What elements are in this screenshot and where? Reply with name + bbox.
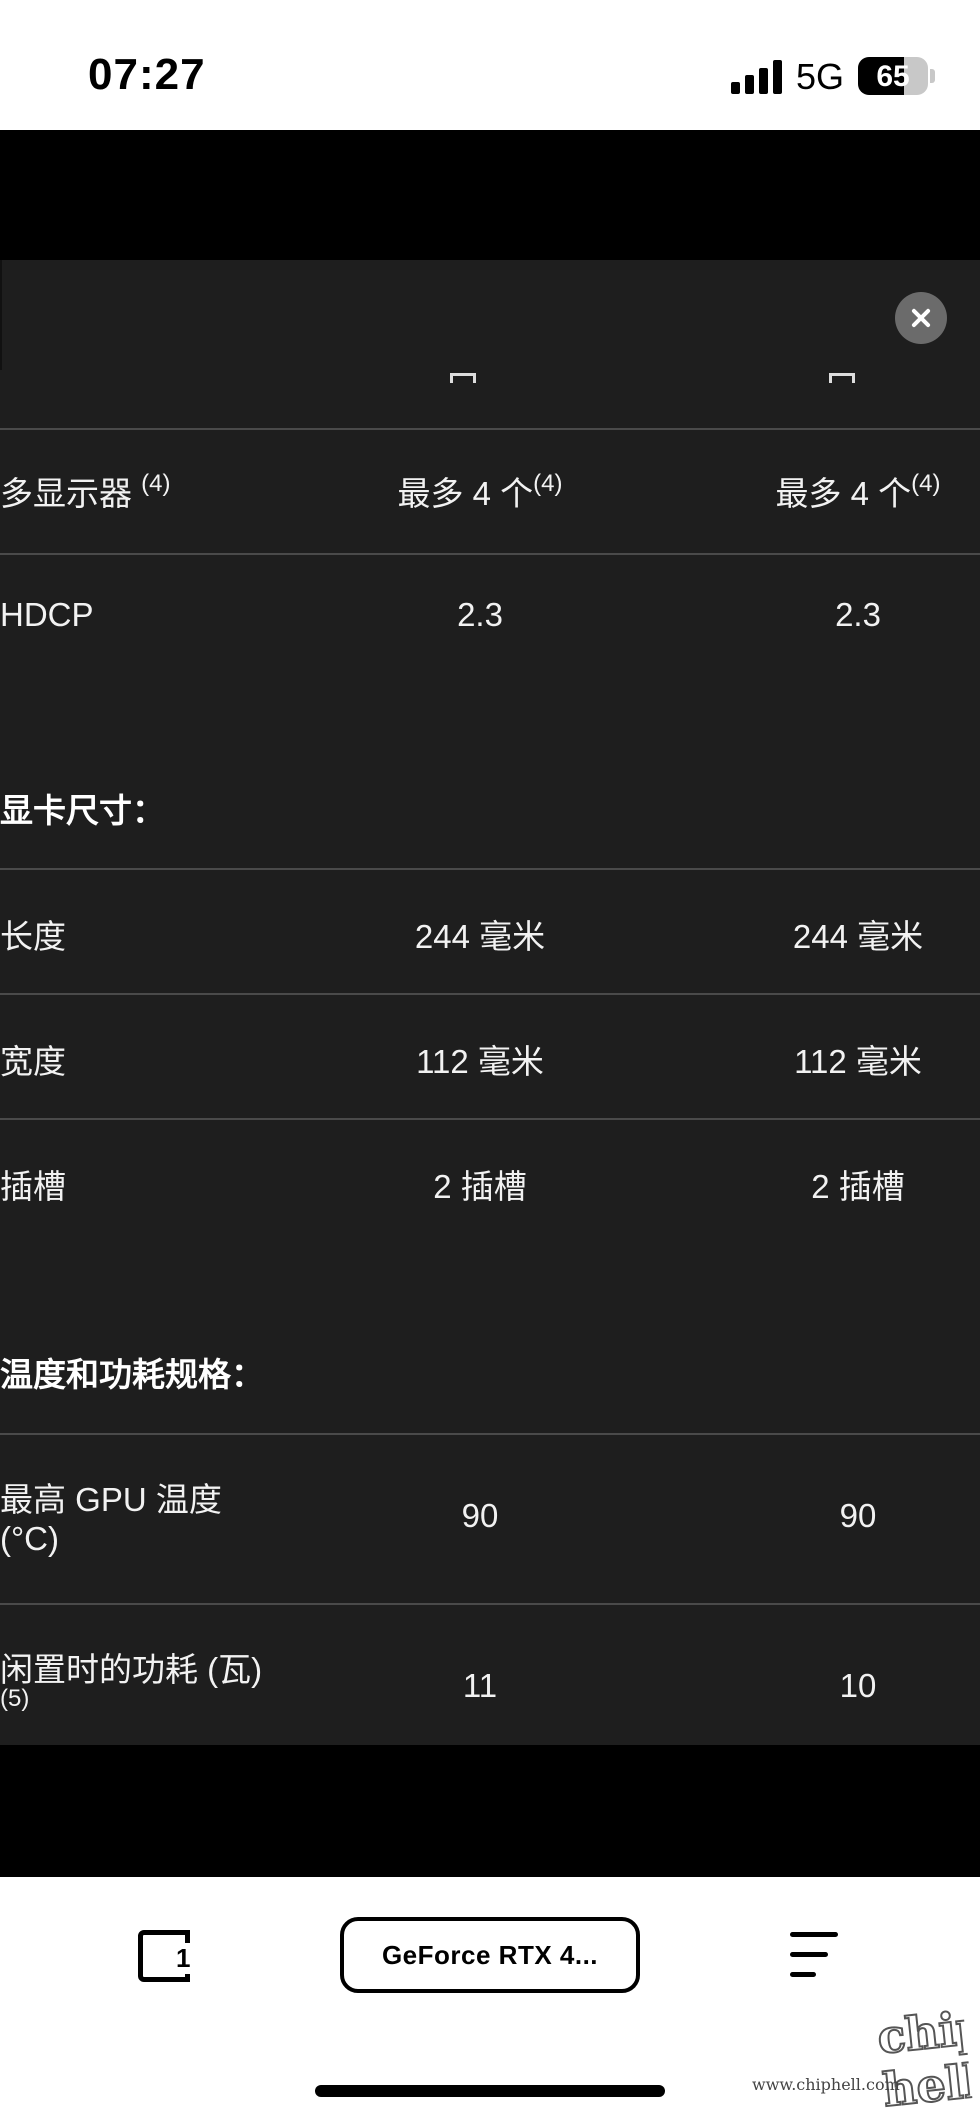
row-label-hdcp: HDCP [0,596,94,633]
divider [0,1118,980,1120]
row-label-idle-power: 闲置时的功耗 (瓦) [0,1651,263,1688]
divider [0,993,980,995]
row-label-max-gpu-temp: 最高 GPU 温度 [0,1481,222,1518]
row-value-col2: 244 毫米 [792,918,924,955]
row-value-col1: 244 毫米 [414,918,546,955]
divider [0,1603,980,1605]
row-value-col2: 90 [839,1497,877,1534]
row-value-col1: 最多 4 个(4) [397,470,563,512]
row-value-col2: 2 插槽 [811,1168,905,1205]
panel-edge [0,260,2,370]
battery-cap [930,69,935,83]
row-value-col1: 90 [461,1497,499,1534]
menu-icon[interactable] [790,1932,842,1980]
row-value-col2: 最多 4 个(4) [775,470,941,512]
row-value-col1: 11 [462,1667,498,1704]
signal-strength-icon [731,60,783,94]
divider [0,553,980,555]
tab-count: 1 [174,1943,193,1974]
battery-percent: 65 [876,60,910,93]
row-value-col1: 112 毫米 [416,1043,544,1080]
page-footer-area [0,1745,980,1877]
status-time: 07:27 [88,50,206,99]
network-type: 5G [796,56,845,97]
column-1-marker-icon [450,373,476,383]
section-title-dimensions: 显卡尺寸： [0,792,165,829]
section-title-thermal-power: 温度和功耗规格： [0,1356,264,1393]
divider [0,868,980,870]
divider [0,428,980,430]
row-label-multi-display: 多显示器 (4) [0,470,171,512]
close-button[interactable] [895,292,947,344]
row-value-col1: 2.3 [457,596,503,633]
battery-icon: 65 [858,57,928,95]
row-label-slots: 插槽 [0,1168,66,1205]
row-label-length: 长度 [0,918,66,955]
row-value-col2: 10 [839,1667,877,1704]
divider [0,1433,980,1435]
column-2-marker-icon [829,373,855,383]
specs-panel: 多显示器 (4) 最多 4 个(4) 最多 4 个(4) HDCP 2.3 2.… [0,260,980,1745]
row-label-idle-power-note: (5) [0,1685,30,1712]
page-header-area [0,130,980,260]
watermark-logo: chip hell [872,2000,974,2119]
status-bar: 07:27 5G 65 [0,0,980,130]
home-indicator[interactable] [315,2085,665,2097]
row-value-col1: 2 插槽 [433,1168,527,1205]
address-bar[interactable]: GeForce RTX 4... [340,1917,640,1993]
row-label-width: 宽度 [0,1043,66,1080]
row-label-max-gpu-temp-unit: (°C) [0,1520,60,1557]
row-value-col2: 2.3 [835,596,881,633]
watermark-url: www.chiphell.com [752,2075,900,2094]
row-value-col2: 112 毫米 [794,1043,922,1080]
